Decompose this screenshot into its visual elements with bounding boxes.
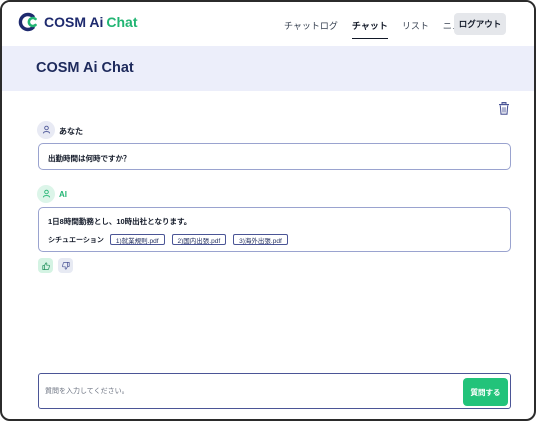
page-title: COSM Ai Chat — [36, 60, 134, 76]
user-icon — [42, 121, 51, 139]
thumbs-down-button[interactable] — [58, 258, 73, 273]
user-icon — [42, 185, 51, 203]
source-row: シチュエーション 1)就業規則.pdf 2)国内出張.pdf 3)海外出張.pd… — [48, 234, 295, 245]
logout-button[interactable]: ログアウト — [454, 13, 506, 35]
user-avatar — [37, 121, 55, 139]
page-header-band: COSM Ai Chat — [2, 46, 534, 91]
trash-icon[interactable] — [498, 102, 510, 115]
logo[interactable]: COSM Ai Chat — [18, 11, 138, 33]
ai-message-bubble: 1日8時間勤務とし、10時出社となります。 シチュエーション 1)就業規則.pd… — [38, 207, 511, 252]
ai-avatar — [37, 185, 55, 203]
question-input[interactable] — [45, 382, 445, 400]
logo-text: COSM Ai Chat — [44, 14, 138, 30]
nav-chat[interactable]: チャット — [351, 13, 388, 39]
ai-sender-name: AI — [59, 190, 67, 199]
ai-message-text: 1日8時間勤務とし、10時出社となります。 — [48, 217, 192, 226]
nav-chat-log[interactable]: チャットログ — [284, 13, 338, 39]
top-header: COSM AiChat チャットログ チャット リスト ニュース ログアウト — [2, 2, 534, 46]
app-window: COSM AiChat チャットログ チャット リスト ニュース ログアウト C… — [0, 0, 536, 421]
thumbs-up-button[interactable] — [38, 258, 53, 273]
thumbs-down-icon — [61, 257, 70, 275]
main-nav: チャットログ チャット リスト ニュース — [284, 13, 478, 39]
user-message-text: 出勤時間は何時ですか？ — [48, 154, 131, 163]
question-input-box: 質問する — [38, 373, 511, 409]
thumbs-up-icon — [41, 257, 50, 275]
nav-list[interactable]: リスト — [402, 13, 429, 39]
source-chip[interactable]: 2)国内出張.pdf — [171, 234, 227, 245]
situation-label: シチュエーション — [48, 236, 104, 244]
source-chip[interactable]: 3)海外出張.pdf — [233, 234, 288, 245]
source-chip[interactable]: 1)就業規則.pdf — [109, 234, 165, 245]
ask-button[interactable]: 質問する — [463, 378, 508, 406]
logo-text-prefix: COSM Ai — [44, 14, 104, 30]
user-sender-name: あなた — [59, 127, 83, 136]
cosm-logo-icon — [18, 11, 40, 33]
logo-text-suffix: Chat — [106, 14, 138, 30]
user-message-bubble: 出勤時間は何時ですか？ — [38, 143, 511, 170]
